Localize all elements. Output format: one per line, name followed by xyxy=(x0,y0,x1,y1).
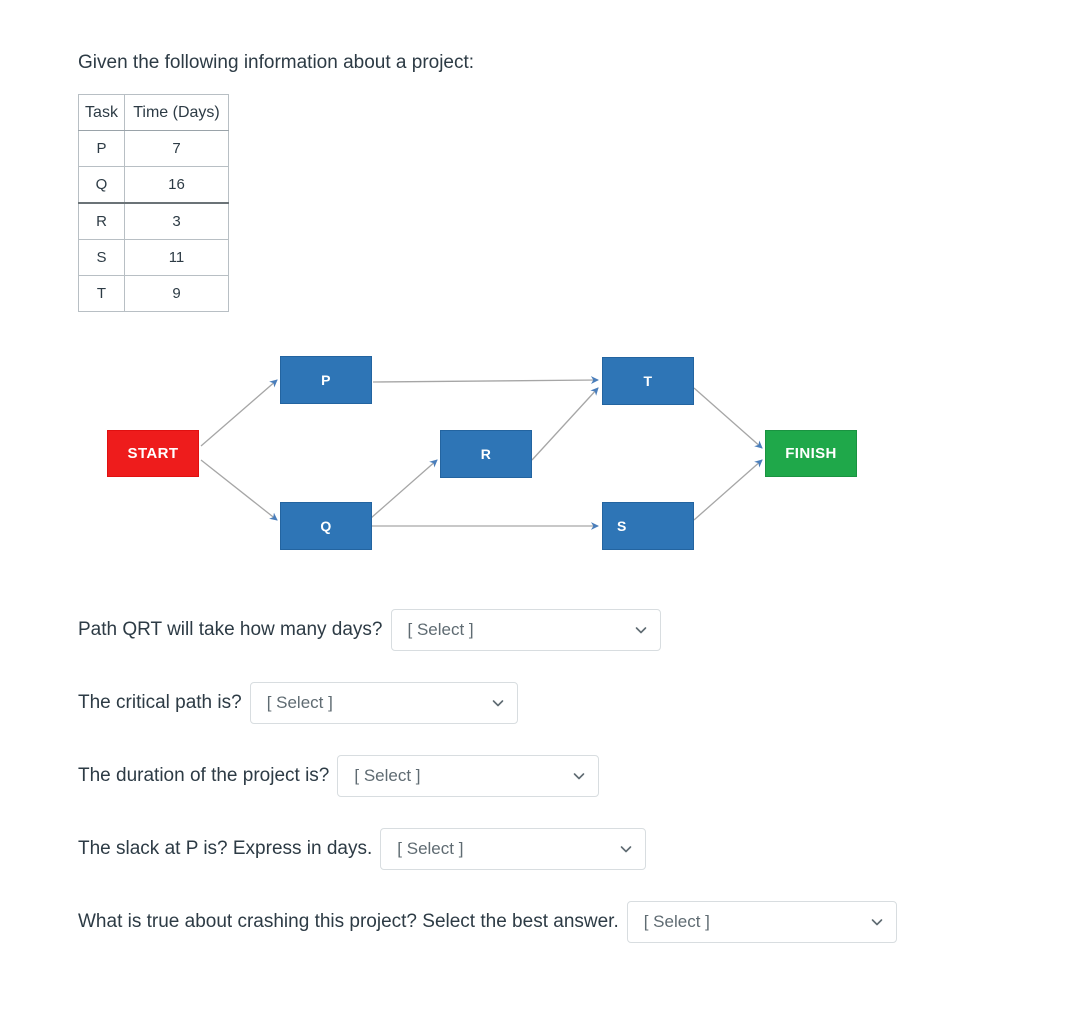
node-p: P xyxy=(280,356,372,404)
table-row: R 3 xyxy=(78,202,229,240)
cell-time: 11 xyxy=(124,239,229,276)
select-crashing-answer[interactable]: [ Select ] xyxy=(626,901,897,943)
question-page: Given the following information about a … xyxy=(0,0,1080,1021)
cell-task: P xyxy=(78,130,125,167)
chevron-down-icon xyxy=(619,842,633,856)
header-time: Time (Days) xyxy=(124,94,229,131)
select-value: [ Select ] xyxy=(354,766,421,785)
chevron-down-icon xyxy=(870,915,884,929)
cell-task: T xyxy=(78,275,125,312)
question-label-3: The duration of the project is? xyxy=(78,765,330,786)
question-label-2: The critical path is? xyxy=(78,692,242,713)
table-row: P 7 xyxy=(78,130,229,167)
cell-time: 9 xyxy=(124,275,229,312)
chevron-down-icon xyxy=(572,769,586,783)
question-row-4: The slack at P is? Express in days. [ Se… xyxy=(78,828,647,870)
select-value: [ Select ] xyxy=(266,693,333,712)
select-path-qrt-days[interactable]: [ Select ] xyxy=(390,609,661,651)
question-row-1: Path QRT will take how many days? [ Sele… xyxy=(78,609,661,651)
node-start: START xyxy=(107,430,199,477)
question-row-3: The duration of the project is? [ Select… xyxy=(78,755,600,797)
select-project-duration[interactable]: [ Select ] xyxy=(337,755,600,797)
select-value: [ Select ] xyxy=(643,912,710,931)
node-t: T xyxy=(602,357,694,405)
question-row-5: What is true about crashing this project… xyxy=(78,901,897,943)
header-task: Task xyxy=(78,94,125,131)
chevron-down-icon xyxy=(634,623,648,637)
task-time-table: Task Time (Days) P 7 Q 16 R 3 S 11 T 9 xyxy=(78,94,229,312)
select-value: [ Select ] xyxy=(397,839,464,858)
cell-time: 16 xyxy=(124,166,229,204)
question-row-2: The critical path is? [ Select ] xyxy=(78,682,518,724)
table-row: T 9 xyxy=(78,275,229,312)
select-slack-at-p[interactable]: [ Select ] xyxy=(380,828,647,870)
node-s: S xyxy=(602,502,694,550)
select-critical-path[interactable]: [ Select ] xyxy=(249,682,518,724)
node-finish: FINISH xyxy=(765,430,857,477)
intro-text: Given the following information about a … xyxy=(78,52,475,73)
cell-time: 7 xyxy=(124,130,229,167)
node-r: R xyxy=(440,430,532,478)
chevron-down-icon xyxy=(491,696,505,710)
table-row: Q 16 xyxy=(78,166,229,204)
cell-task: R xyxy=(78,202,125,240)
cell-time: 3 xyxy=(124,202,229,240)
question-label-5: What is true about crashing this project… xyxy=(78,911,619,932)
project-network-diagram: START P Q R T S FINISH xyxy=(0,330,1080,580)
question-label-1: Path QRT will take how many days? xyxy=(78,619,383,640)
node-q: Q xyxy=(280,502,372,550)
cell-task: S xyxy=(78,239,125,276)
table-header-row: Task Time (Days) xyxy=(78,94,229,131)
table-row: S 11 xyxy=(78,239,229,276)
select-value: [ Select ] xyxy=(407,620,474,639)
question-label-4: The slack at P is? Express in days. xyxy=(78,838,373,859)
cell-task: Q xyxy=(78,166,125,204)
